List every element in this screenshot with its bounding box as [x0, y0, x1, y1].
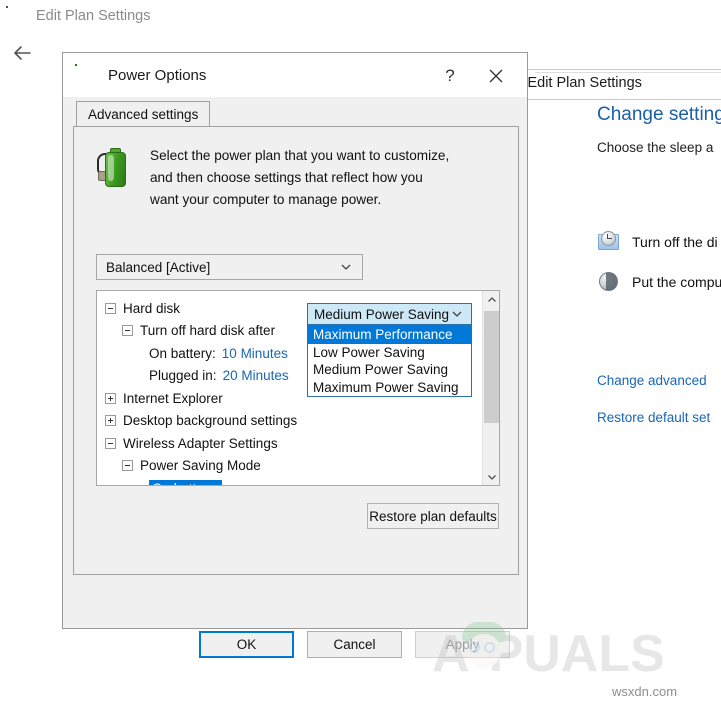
- control-panel-titlebar: Edit Plan Settings: [0, 0, 721, 32]
- combobox-option-maximum-performance[interactable]: Maximum Performance: [308, 326, 471, 344]
- power-options-icon: [75, 64, 97, 86]
- power-plan-select[interactable]: Balanced [Active]: [96, 254, 363, 280]
- tree-item-label: On battery:: [149, 345, 216, 361]
- chevron-down-icon: [339, 260, 353, 277]
- setting-label-sleep: Put the compu: [632, 274, 721, 290]
- chevron-down-icon[interactable]: [450, 307, 464, 324]
- collapse-icon[interactable]: [122, 460, 133, 472]
- setting-row-display: Turn off the di: [598, 231, 718, 253]
- cancel-button[interactable]: Cancel: [307, 631, 402, 658]
- close-icon[interactable]: [477, 61, 515, 91]
- tree-item-wifi-on-battery[interactable]: On battery:: [97, 477, 482, 485]
- scrollbar-thumb[interactable]: [484, 311, 499, 423]
- dialog-body: Advanced settings Select the power plan …: [63, 97, 527, 658]
- tree-item-label: Wireless Adapter Settings: [123, 435, 278, 451]
- power-plan-icon: [6, 6, 26, 26]
- chevron-down-icon[interactable]: [483, 468, 499, 485]
- combobox-value: Medium Power Saving: [314, 306, 450, 322]
- tab-panel-advanced-settings: Select the power plan that you want to c…: [73, 126, 519, 575]
- tree-item-label: Power Saving Mode: [140, 458, 261, 474]
- tree-item-label: Internet Explorer: [123, 390, 223, 406]
- link-restore-defaults[interactable]: Restore default set: [597, 410, 710, 425]
- navbar-divider: [535, 72, 721, 73]
- help-icon[interactable]: ?: [437, 63, 463, 89]
- watermark-text: PUALS: [488, 625, 665, 683]
- tree-item-power-saving-mode[interactable]: Power Saving Mode: [97, 455, 482, 478]
- link-change-advanced[interactable]: Change advanced: [597, 373, 707, 388]
- page-title: Change setting: [597, 104, 721, 125]
- back-arrow-icon[interactable]: [10, 41, 34, 65]
- breadcrumb-item-edit-plan-settings[interactable]: Edit Plan Settings: [527, 75, 641, 91]
- combobox-dropdown-list[interactable]: Maximum Performance Low Power Saving Med…: [307, 325, 472, 397]
- setting-row-sleep: Put the compu: [598, 271, 721, 293]
- source-watermark: wsxdn.com: [612, 684, 678, 699]
- power-plan-value: Balanced [Active]: [106, 259, 211, 275]
- display-clock-icon: [598, 231, 620, 253]
- tree-item-label: Turn off hard disk after: [140, 323, 276, 339]
- intro-text: Select the power plan that you want to c…: [150, 148, 450, 207]
- tree-item-value[interactable]: 10 Minutes: [222, 346, 288, 361]
- tree-vertical-scrollbar[interactable]: [482, 291, 499, 485]
- page-subtitle: Choose the sleep a: [597, 140, 714, 155]
- taskbar-title: Edit Plan Settings: [36, 8, 151, 24]
- dialog-titlebar: Power Options ?: [63, 53, 527, 97]
- collapse-icon[interactable]: [122, 325, 133, 337]
- tree-item-label: Hard disk: [123, 300, 181, 316]
- expand-icon[interactable]: [105, 392, 116, 404]
- intro-block: Select the power plan that you want to c…: [96, 145, 450, 211]
- tabstrip: Advanced settings: [73, 101, 519, 127]
- restore-plan-defaults-button[interactable]: Restore plan defaults: [367, 503, 499, 529]
- power-saving-mode-combobox[interactable]: Medium Power Saving: [307, 303, 472, 325]
- tab-advanced-settings[interactable]: Advanced settings: [76, 101, 211, 127]
- dialog-title: Power Options: [108, 66, 207, 84]
- tree-item-desktop-background-settings[interactable]: Desktop background settings: [97, 410, 482, 433]
- tree-item-label: Desktop background settings: [123, 413, 298, 429]
- tree-item-value[interactable]: 20 Minutes: [223, 368, 289, 383]
- ok-button[interactable]: OK: [199, 631, 294, 658]
- tree-item-wireless-adapter-settings[interactable]: Wireless Adapter Settings: [97, 432, 482, 455]
- apply-button: Apply: [415, 631, 510, 658]
- combobox-option-low-power-saving[interactable]: Low Power Saving: [308, 344, 471, 362]
- moon-icon: [598, 271, 620, 293]
- collapse-icon[interactable]: [105, 302, 116, 314]
- tree-item-label: Plugged in:: [149, 368, 217, 384]
- combobox-option-medium-power-saving[interactable]: Medium Power Saving: [308, 361, 471, 379]
- tree-item-label-selected: On battery:: [149, 479, 222, 485]
- setting-label-display: Turn off the di: [632, 234, 718, 250]
- chevron-up-icon[interactable]: [483, 291, 499, 308]
- battery-plug-icon: [96, 145, 136, 193]
- power-options-dialog: Power Options ? Advanced settings Select…: [62, 52, 528, 658]
- combobox-option-maximum-power-saving[interactable]: Maximum Power Saving: [308, 379, 471, 397]
- collapse-icon[interactable]: [105, 437, 116, 449]
- expand-icon[interactable]: [105, 415, 116, 427]
- screenshot-root: Edit Plan Settings › Control Panel › All…: [0, 0, 721, 706]
